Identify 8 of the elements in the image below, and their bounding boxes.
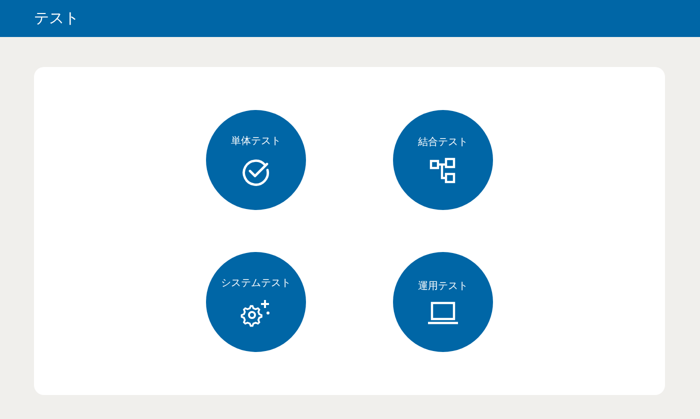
test-button[interactable]: 単体テスト [206,110,306,210]
hierarchy-icon [429,157,457,185]
laptop-icon [427,301,459,325]
page-title: テスト [34,9,79,28]
test-button[interactable]: 結合テスト [393,110,493,210]
gear-sparkle-icon [240,298,272,328]
test-button[interactable]: 運用テスト [393,252,493,352]
test-button[interactable]: システムテスト [206,252,306,352]
